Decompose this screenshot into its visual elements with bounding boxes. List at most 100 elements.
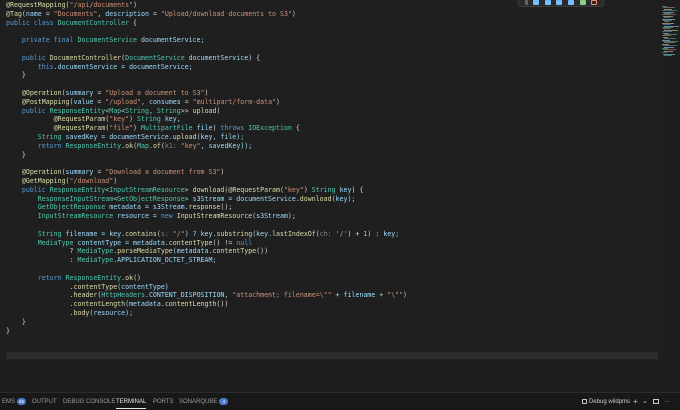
step-into-icon[interactable] [556,0,563,5]
code-line: ResponseInputStream<GetObjectResponse> s… [6,194,356,203]
tab-label: TERMINAL [116,399,147,405]
code-token: "key" [109,115,130,124]
code-token: : [6,256,78,265]
code-token: DocumentService [125,53,185,62]
code-token: "file" [109,124,134,133]
tab-output[interactable]: OUTPUT [32,396,57,408]
code-token: } [6,326,10,335]
new-terminal-button[interactable]: + [633,396,638,408]
code-token: DocumentController [49,53,122,62]
terminal-dropdown-button[interactable]: ⌄ [642,396,648,408]
code-token: ) [303,185,312,194]
code-token: ) [129,115,138,124]
code-token: ResponseEntity [65,273,122,282]
code-token: body [73,309,90,317]
drag-grip-icon[interactable] [524,0,528,5]
code-token: private final [6,36,78,45]
code-token: = [93,89,106,97]
code-token: upload [192,106,217,115]
code-token: @Tag( [6,9,26,18]
code-token: "multipart/form-data" [192,97,277,106]
code-token: MediaType [77,256,114,265]
code-token: InputStreamResource [6,212,114,221]
minimap[interactable] [660,0,680,362]
minimap-line [664,55,672,56]
code-token: new [160,212,177,221]
code-token: "key" [176,141,201,150]
code-token: "/upload" [105,97,142,106]
code-token: ()) [216,300,229,309]
code-token: "Download a document from S3" [105,168,221,177]
horizontal-scrollbar[interactable] [6,352,658,359]
code-token: of [152,141,161,150]
code-editor[interactable]: @RequestMapping("/api/documents") @Tag(na… [0,0,659,362]
split-icon [653,398,659,404]
code-token: ()) [256,247,269,256]
code-token: (key); [331,194,356,203]
code-token: , savedKey)); [200,141,253,150]
code-line: GetObjectResponse metadata = s3Stream.re… [6,203,233,212]
code-line: String savedKey = documentService.upload… [6,133,244,141]
code-token: ok [125,141,134,150]
code-token: ) [133,1,138,9]
more-actions-button[interactable]: ··· [664,396,670,408]
code-line: @Tag(name = "Documents", description = "… [6,10,296,18]
code-token: summary [65,89,94,97]
code-line: String filename = key.contains(s: "/") ?… [6,230,399,238]
code-token: contentType [73,282,118,291]
plus-icon: + [633,397,638,406]
debug-terminal-label: Debug wildpms [589,399,631,405]
code-token: "Documents" [53,9,98,18]
code-token: String [311,185,336,194]
code-line: public DocumentController(DocumentServic… [6,54,260,62]
code-token: s: [160,229,169,238]
tab-problems[interactable]: EMS 65 [2,396,27,408]
code-token: = [148,9,161,18]
code-line: @RequestParam("file") MultipartFile file… [6,124,300,132]
code-token: ) [220,168,225,177]
debug-terminal-selector[interactable]: Debug wildpms [582,396,630,408]
stop-icon[interactable] [591,0,598,5]
code-token: file [192,124,213,133]
code-line: } [6,318,26,326]
code-token: key [335,185,352,194]
tab-terminal[interactable]: TERMINAL [116,396,147,409]
code-token: documentService; [137,36,205,45]
code-token: = [41,9,54,18]
tab-ports[interactable]: PORTS [153,396,174,408]
split-terminal-button[interactable] [653,396,659,408]
code-token: (key, file); [196,133,245,141]
code-line: private final DocumentService documentSe… [6,36,205,44]
code-token: this [6,62,54,71]
code-token: "Upload a document to S3" [105,89,205,97]
code-token: return [6,141,66,150]
code-token: contentType = metadata. [73,238,169,247]
code-token: "/download" [69,177,114,185]
problems-count-badge: 65 [17,397,27,405]
code-token: response [188,203,221,212]
step-out-icon[interactable] [568,0,575,5]
code-line: public ResponseEntity<InputStreamResourc… [6,185,364,194]
code-token: .documentService = documentService; [53,62,193,71]
code-token: = [180,97,193,106]
tab-debug-console[interactable]: DEBUG CONSOLE [63,396,115,408]
pause-icon[interactable] [533,0,540,5]
code-token: consumes [148,97,181,106]
code-token: , [148,106,157,115]
code-token: >> [180,106,193,115]
code-token: String [6,229,62,238]
code-token: IOException [248,124,292,133]
code-token: ) ? key. [184,229,217,238]
code-token: @Operation( [6,89,66,97]
code-token: ) [403,291,408,300]
tab-sonarqube[interactable]: SONARQUBE 4 [179,396,229,408]
code-token: (); [220,203,233,212]
code-token: "key" [283,185,304,194]
code-token: String [125,106,149,115]
restart-icon[interactable] [579,0,586,5]
code-token: > [184,185,193,194]
step-over-icon[interactable] [544,0,551,5]
panel-tab-bar: EMS 65 OUTPUT DEBUG CONSOLE TERMINAL PORT… [0,392,680,410]
code-token: HttpHeaders [101,291,145,300]
code-token: ResponseEntity [49,106,106,115]
